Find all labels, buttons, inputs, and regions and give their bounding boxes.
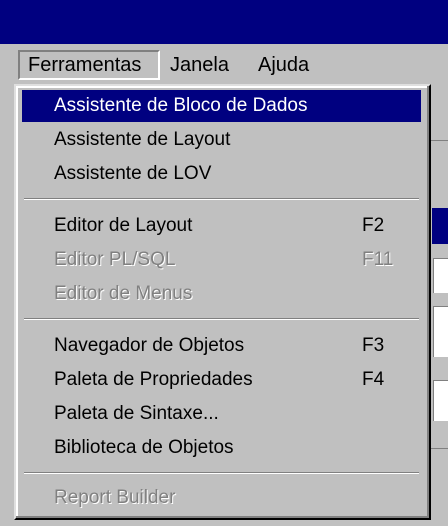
menu-item-label: Navegador de Objetos <box>54 335 245 356</box>
background-field <box>433 258 448 293</box>
menu-item-navegador-objetos[interactable]: Navegador de Objetos F3 <box>22 330 421 362</box>
menu-separator <box>24 472 419 474</box>
menu-ferramentas[interactable]: Ferramentas <box>18 50 160 80</box>
background-tab <box>432 208 448 244</box>
menu-item-paleta-propriedades[interactable]: Paleta de Propriedades F4 <box>22 364 421 396</box>
menu-item-label: Paleta de Propriedades <box>54 369 253 390</box>
menu-item-editor-plsql: Editor PL/SQL F11 <box>22 244 421 276</box>
ferramentas-dropdown: Assistente de Bloco de Dados Assistente … <box>14 84 431 520</box>
background-divider <box>430 140 448 141</box>
menu-item-report-builder: Report Builder <box>22 482 421 514</box>
menu-separator <box>24 198 419 200</box>
title-bar <box>0 0 448 44</box>
menu-item-shortcut: F4 <box>362 369 385 390</box>
menu-item-label: Report Builder <box>54 487 176 508</box>
menu-item-biblioteca-objetos[interactable]: Biblioteca de Objetos <box>22 432 421 464</box>
menu-item-assistente-layout[interactable]: Assistente de Layout <box>22 124 421 156</box>
menu-item-label: Biblioteca de Objetos <box>54 437 234 458</box>
menu-item-label: Assistente de Bloco de Dados <box>54 95 308 116</box>
menu-janela[interactable]: Janela <box>162 50 237 80</box>
menu-item-label: Editor de Layout <box>54 215 193 236</box>
menu-item-label: Assistente de Layout <box>54 129 231 150</box>
menu-item-editor-layout[interactable]: Editor de Layout F2 <box>22 210 421 242</box>
menu-item-label: Assistente de LOV <box>54 163 212 184</box>
background-field <box>433 306 448 357</box>
menu-item-label: Paleta de Sintaxe... <box>54 403 219 424</box>
menu-item-label: Editor de Menus <box>54 283 193 304</box>
menu-item-assistente-bloco-dados[interactable]: Assistente de Bloco de Dados <box>22 90 421 122</box>
menu-item-editor-menus: Editor de Menus <box>22 278 421 310</box>
menu-separator <box>24 318 419 320</box>
background-divider <box>430 448 448 449</box>
menu-item-shortcut: F3 <box>362 335 385 356</box>
menu-ajuda[interactable]: Ajuda <box>250 50 317 80</box>
menu-item-shortcut: F11 <box>362 249 394 270</box>
menu-item-paleta-sintaxe[interactable]: Paleta de Sintaxe... <box>22 398 421 430</box>
menu-item-label: Editor PL/SQL <box>54 249 176 270</box>
background-field <box>433 380 448 421</box>
menu-item-assistente-lov[interactable]: Assistente de LOV <box>22 158 421 190</box>
menu-item-shortcut: F2 <box>362 215 385 236</box>
menu-bar: Ferramentas Janela Ajuda <box>0 44 448 86</box>
